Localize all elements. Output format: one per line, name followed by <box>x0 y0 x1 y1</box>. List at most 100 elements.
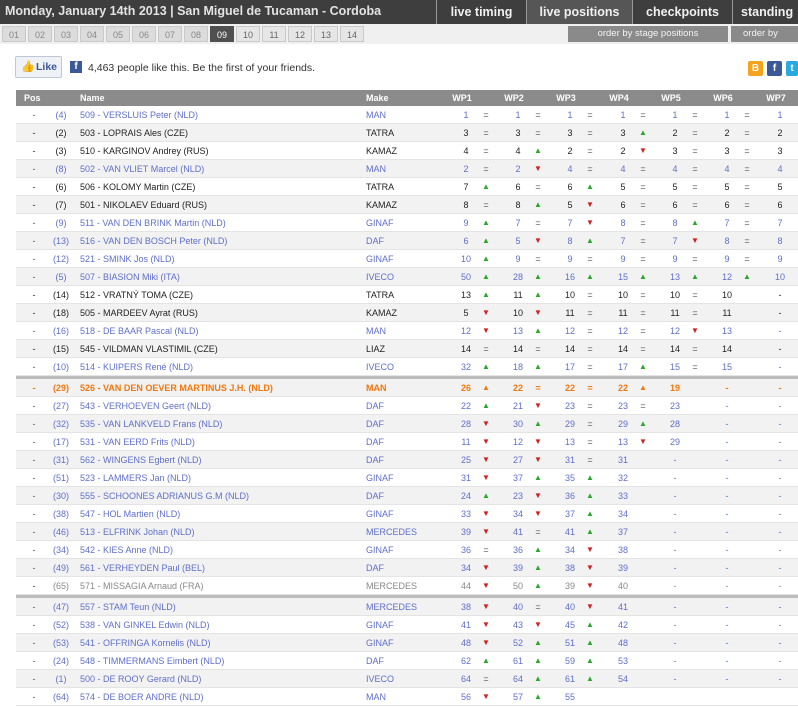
position-equal-icon: = <box>535 344 541 354</box>
table-row[interactable]: - (51) 523 - LAMMERS Jan (NLD) GINAF 31 37 35 3… <box>16 469 798 487</box>
waypoint-cell-wp1: 10 <box>460 254 471 264</box>
stage-tab-08[interactable]: 08 <box>184 26 208 42</box>
stage-tab-14[interactable]: 14 <box>340 26 364 42</box>
waypoint-cell-wp4: 53 <box>617 656 628 666</box>
waypoint-cell-wp2: 11 <box>513 290 523 300</box>
position-equal-icon: = <box>587 419 593 429</box>
table-row[interactable]: - (30) 555 - SCHOONES ADRIANUS G.M (NLD) DA… <box>16 487 798 505</box>
stage-tab-12[interactable]: 12 <box>288 26 312 42</box>
table-row[interactable]: - (24) 548 - TIMMERMANS Eimbert (NLD) DAF 62… <box>16 652 798 670</box>
waypoint-cell-wp4: 37 <box>617 527 628 537</box>
table-row[interactable]: - (2) 503 - LOPRAIS Ales (CZE) TATRA 3 3 3 3 2 2 2… <box>16 124 798 142</box>
table-row[interactable]: - (65) 571 - MISSAGIA Arnaud (FRA) MERCEDES… <box>16 577 798 595</box>
waypoint-cell-wp2: 23 <box>512 491 523 501</box>
table-row[interactable]: - (9) 511 - VAN DEN BRINK Martin (NLD) GINA… <box>16 214 798 232</box>
table-row[interactable]: - (27) 543 - VERHOEVEN Geert (NLD) DAF 22 21 2… <box>16 397 798 415</box>
table-row[interactable]: - (29) 526 - VAN DEN OEVER MARTINUS J.H. (… <box>16 379 798 397</box>
stage-tab-01[interactable]: 01 <box>2 26 26 42</box>
table-row[interactable]: - (10) 514 - KUIPERS René (NLD) IVECO 32 18 17… <box>16 358 798 376</box>
position-up-icon: ▲ <box>534 692 542 701</box>
table-row[interactable]: - (8) 502 - VAN VLIET Marcel (NLD) MAN 2 2 4 4 4… <box>16 160 798 178</box>
stage-tab-04[interactable]: 04 <box>80 26 104 42</box>
position-down-icon: ▼ <box>691 326 699 335</box>
tab-live-timing[interactable]: live timing <box>436 0 526 24</box>
table-row[interactable]: - (3) 510 - KARGINOV Andrey (RUS) KAMAZ 4 4 2 2… <box>16 142 798 160</box>
table-row[interactable]: - (52) 538 - VAN GINKEL Edwin (NLD) GINAF 41… <box>16 616 798 634</box>
stage-tab-09[interactable]: 09 <box>210 26 234 42</box>
waypoint-cell-wp2: 4 <box>515 146 521 156</box>
table-row[interactable]: - (64) 574 - DE BOER ANDRE (NLD) MAN 56 57 55 ▼… <box>16 688 798 706</box>
waypoint-cell-wp3: 29 <box>564 419 575 429</box>
waypoint-cell-wp2: 8 <box>515 200 521 210</box>
table-row[interactable]: - (5) 507 - BIASION Miki (ITA) IVECO 50 28 16 1… <box>16 268 798 286</box>
waypoint-cell-wp5: - <box>673 602 677 612</box>
waypoint-cell-wp7: - <box>778 638 782 648</box>
facebook-share-icon[interactable]: f <box>767 61 782 76</box>
make-cell: DAF <box>366 401 384 411</box>
previous-position-cell: (52) <box>52 620 69 630</box>
position-equal-icon: = <box>640 290 646 300</box>
table-row[interactable]: - (13) 516 - VAN DEN BOSCH Peter (NLD) DAF 6… <box>16 232 798 250</box>
table-row[interactable]: - (15) 545 - VILDMAN VLASTIMIL (CZE) LIAZ 14… <box>16 340 798 358</box>
position-equal-icon: = <box>692 110 698 120</box>
table-row[interactable]: - (47) 557 - STAM Teun (NLD) MERCEDES 38 40 40… <box>16 598 798 616</box>
table-row[interactable]: - (46) 513 - ELFRINK Johan (NLD) MERCEDES 39… <box>16 523 798 541</box>
order-by-stage-button[interactable]: order by stage positions <box>568 26 728 42</box>
table-row[interactable]: - (17) 531 - VAN EERD Frits (NLD) DAF 11 12 13… <box>16 433 798 451</box>
table-row[interactable]: - (49) 561 - VERHEYDEN Paul (BEL) DAF 34 39 38… <box>16 559 798 577</box>
like-button[interactable]: 👍 Like <box>15 56 62 78</box>
position-up-icon: ▲ <box>639 272 647 281</box>
position-down-icon: ▼ <box>586 545 594 554</box>
table-row[interactable]: - (31) 562 - WINGENS Egbert (NLD) DAF 25 27 31… <box>16 451 798 469</box>
position-up-icon: ▲ <box>534 290 542 299</box>
table-row[interactable]: - (16) 518 - DE BAAR Pascal (NLD) MAN 12 13 12… <box>16 322 798 340</box>
position-up-icon: ▲ <box>586 674 594 683</box>
header-wp6: WP6 <box>713 93 733 103</box>
table-row[interactable]: - (38) 547 - HOL Martien (NLD) GINAF 33 34 37 3… <box>16 505 798 523</box>
stage-tab-10[interactable]: 10 <box>236 26 260 42</box>
stage-tab-05[interactable]: 05 <box>106 26 130 42</box>
blogger-share-icon[interactable]: B <box>748 61 763 76</box>
tab-standing[interactable]: standing <box>732 0 798 24</box>
position-equal-icon: = <box>640 254 646 264</box>
stage-tab-06[interactable]: 06 <box>132 26 156 42</box>
waypoint-cell-wp7: - <box>778 362 782 372</box>
waypoint-cell-wp1: 39 <box>460 527 471 537</box>
stage-tab-11[interactable]: 11 <box>262 26 286 42</box>
twitter-share-icon[interactable]: t <box>786 61 798 76</box>
waypoint-cell-wp2: 36 <box>512 545 523 555</box>
position-equal-icon: = <box>692 200 698 210</box>
table-row[interactable]: - (1) 500 - DE ROOY Gerard (NLD) IVECO 64 64 6… <box>16 670 798 688</box>
tab-live-positions[interactable]: live positions <box>526 0 632 24</box>
order-by-button[interactable]: order by <box>731 26 798 42</box>
table-row[interactable]: - (18) 505 - MARDEEV Ayrat (RUS) KAMAZ 5 10 11… <box>16 304 798 322</box>
stage-tab-13[interactable]: 13 <box>314 26 338 42</box>
position-equal-icon: = <box>535 218 541 228</box>
position-up-icon: ▲ <box>534 656 542 665</box>
stage-tab-03[interactable]: 03 <box>54 26 78 42</box>
table-row[interactable]: - (7) 501 - NIKOLAEV Eduard (RUS) KAMAZ 8 8 5 6… <box>16 196 798 214</box>
table-row[interactable]: - (14) 512 - VRATNÝ TOMA (CZE) TATRA 13 11 10 1… <box>16 286 798 304</box>
waypoint-cell-wp6: - <box>725 383 729 393</box>
tab-checkpoints[interactable]: checkpoints <box>632 0 732 24</box>
previous-position-cell: (30) <box>52 491 69 501</box>
table-row[interactable]: - (32) 535 - VAN LANKVELD Frans (NLD) DAF 28… <box>16 415 798 433</box>
previous-position-cell: (47) <box>52 602 69 612</box>
waypoint-cell-wp6: - <box>725 545 729 555</box>
stage-tab-02[interactable]: 02 <box>28 26 52 42</box>
waypoint-cell-wp6: 6 <box>724 200 730 210</box>
driver-name-cell: 541 - OFFRINGA Kornelis (NLD) <box>80 638 211 648</box>
waypoint-cell-wp1: 1 <box>463 110 469 120</box>
waypoint-cell-wp2: 1 <box>515 110 521 120</box>
table-row[interactable]: - (4) 509 - VERSLUIS Peter (NLD) MAN 1 1 1 1 1 1 1… <box>16 106 798 124</box>
table-row[interactable]: - (6) 506 - KOLOMY Martin (CZE) TATRA 7 6 6 5 5 5… <box>16 178 798 196</box>
table-row[interactable]: - (12) 521 - SMINK Jos (NLD) GINAF 10 9 9 9 9 9 9 ▲… <box>16 250 798 268</box>
stage-tab-07[interactable]: 07 <box>158 26 182 42</box>
position-down-icon: ▼ <box>482 563 490 572</box>
table-row[interactable]: - (34) 542 - KIES Anne (NLD) GINAF 36 36 34 38 -… <box>16 541 798 559</box>
position-cell: - <box>32 401 36 411</box>
position-down-icon: ▼ <box>639 437 647 446</box>
previous-position-cell: (16) <box>52 326 69 336</box>
position-cell: - <box>32 200 36 210</box>
table-row[interactable]: - (53) 541 - OFFRINGA Kornelis (NLD) GINAF 4… <box>16 634 798 652</box>
